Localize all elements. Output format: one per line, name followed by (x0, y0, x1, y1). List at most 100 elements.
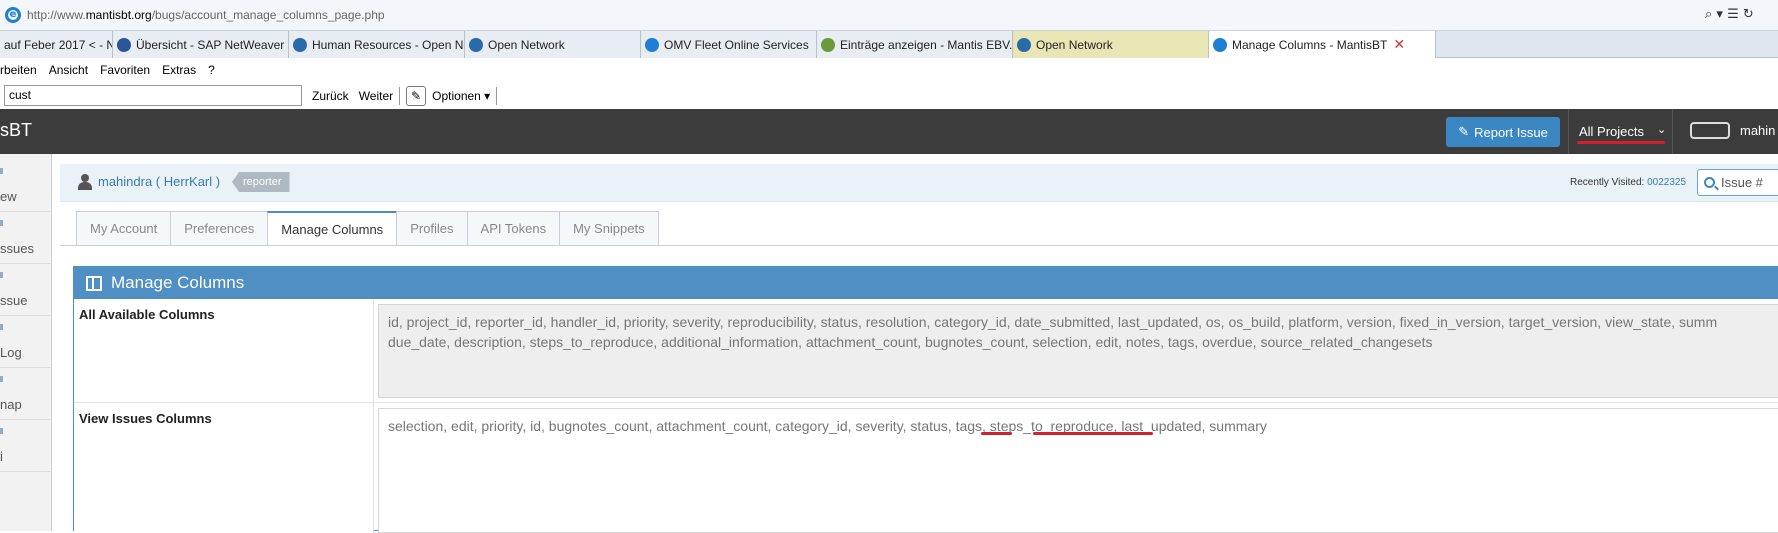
user-info-bar: mahindra ( HerrKarl ) reporter Recently … (60, 164, 1778, 202)
tabs-baseline (60, 245, 1778, 246)
browser-tab-label: Manage Columns - MantisBT (1232, 37, 1388, 52)
browser-tab-label: OMV Fleet Online Services (664, 37, 809, 52)
separator (496, 86, 498, 105)
widget-title: Manage Columns (111, 273, 245, 292)
browser-tab[interactable]: Open Network (1013, 31, 1209, 58)
browser-tab[interactable]: Übersicht - SAP NetWeaver Po... (113, 31, 289, 58)
sidebar-item-label: nap (0, 397, 22, 412)
tab-preferences[interactable]: Preferences (170, 211, 268, 246)
pencil-icon[interactable]: ✎ (406, 85, 427, 106)
report-issue-label: Report Issue (1474, 124, 1548, 140)
browser-tab-label: Open Network (1036, 37, 1113, 52)
manage-columns-widget: Manage Columns All Available Columns id,… (73, 266, 1778, 533)
favicon-icon (117, 37, 131, 52)
find-input[interactable]: cust (4, 85, 302, 106)
options-label: Optionen (432, 88, 481, 103)
view-issues-columns-row: View Issues Columns selection, edit, pri… (74, 403, 1778, 533)
user-menu-label: mahin (1740, 123, 1776, 138)
user-menu[interactable]: mahin (1690, 122, 1775, 139)
issue-number-input[interactable]: Issue # (1697, 169, 1778, 196)
find-bar: cust Zurück Weiter ✎ Optionen ▾ (0, 82, 1778, 109)
sidebar-item[interactable]: ew (0, 154, 52, 212)
browser-tab-label: Übersicht - SAP NetWeaver Po... (136, 37, 288, 52)
all-projects-dropdown[interactable]: All Projects ⌄ (1568, 109, 1673, 154)
sidebar-item[interactable]: ssues (0, 206, 52, 264)
all-projects-label: All Projects (1579, 124, 1645, 139)
edit-icon: ✎ (1458, 124, 1470, 139)
tab-manage-columns[interactable]: Manage Columns (267, 211, 397, 246)
widget-header: Manage Columns (74, 267, 1778, 299)
browser-menu-bar: rbeiten Ansicht Favoriten Extras? (0, 58, 1778, 82)
sidebar-item-label: i (0, 449, 3, 464)
red-annotation-underline (1033, 432, 1153, 435)
view-issues-columns-textarea[interactable]: selection, edit, priority, id, bugnotes_… (378, 408, 1778, 533)
sidebar-item[interactable]: i (0, 414, 52, 472)
browser-tab[interactable]: auf Feber 2017 < - News (0, 31, 113, 58)
address-controls[interactable]: ⌕ ▾ ☰ ↻ (1705, 7, 1754, 22)
sidebar-item[interactable]: Log (0, 310, 52, 368)
columns-icon (86, 275, 102, 291)
username-link[interactable]: mahindra ( HerrKarl ) (98, 174, 220, 189)
browser-tab[interactable]: OMV Fleet Online Services (641, 31, 817, 58)
available-columns-row: All Available Columns id, project_id, re… (74, 299, 1778, 403)
available-columns-label: All Available Columns (74, 299, 374, 402)
sidebar: ew ssues ssue Log nap i (0, 154, 52, 531)
tab-my-snippets[interactable]: My Snippets (559, 211, 659, 246)
favicon-icon (469, 37, 483, 52)
brand-title[interactable]: sBT (0, 120, 32, 141)
favicon-icon (1017, 37, 1031, 52)
browser-tab[interactable]: Einträge anzeigen - Mantis EBV... (817, 31, 1013, 58)
sidebar-item-label: ew (0, 189, 17, 204)
sidebar-icon (0, 168, 3, 174)
chevron-down-icon: ⌄ (1657, 124, 1667, 136)
tab-profiles[interactable]: Profiles (396, 211, 467, 246)
browser-tab-strip: auf Feber 2017 < - News Übersicht - SAP N… (0, 31, 1778, 58)
browser-tab-label: auf Feber 2017 < - News (4, 37, 112, 52)
find-back-button[interactable]: Zurück (312, 89, 349, 103)
find-next-button[interactable]: Weiter (359, 89, 393, 103)
menu-item[interactable]: Ansicht (49, 63, 88, 77)
tab-api-tokens[interactable]: API Tokens (466, 211, 560, 246)
view-issues-columns-label: View Issues Columns (74, 403, 374, 533)
sidebar-item[interactable]: nap (0, 362, 52, 420)
account-tabs: My Account Preferences Manage Columns Profi… (76, 211, 659, 246)
sidebar-item-label: Log (0, 345, 22, 360)
sidebar-icon (0, 324, 3, 330)
address-bar[interactable]: e http://www.mantisbt.org/bugs/account_m… (0, 0, 1778, 31)
url-text[interactable]: http://www.mantisbt.org/bugs/account_man… (27, 8, 385, 22)
ie-logo-icon: e (5, 7, 21, 23)
favicon-icon (645, 37, 659, 52)
sidebar-item[interactable]: ssue (0, 258, 52, 316)
browser-tab[interactable]: Human Resources - Open Net... (289, 31, 465, 58)
red-annotation-underline (1577, 141, 1665, 144)
menu-item[interactable]: Extras (162, 63, 196, 77)
issue-input-placeholder: Issue # (1721, 175, 1763, 190)
recently-visited: Recently Visited: 0022325 (1570, 177, 1686, 188)
sidebar-icon (0, 428, 3, 434)
recent-label: Recently Visited: (1570, 177, 1645, 188)
recent-issue-link[interactable]: 0022325 (1647, 177, 1686, 188)
menu-item[interactable]: rbeiten (0, 63, 37, 77)
browser-tab[interactable]: Open Network (465, 31, 641, 58)
favicon-icon (821, 37, 835, 52)
separator (399, 86, 401, 105)
sidebar-item-label: ssue (0, 293, 28, 308)
avatar (1690, 122, 1730, 139)
sidebar-icon (0, 376, 3, 382)
close-icon[interactable]: ✕ (1393, 36, 1405, 53)
user-icon (78, 174, 92, 190)
red-annotation-underline (981, 432, 1012, 435)
role-badge: reporter (232, 172, 290, 192)
browser-tab-label: Open Network (488, 37, 565, 52)
menu-item[interactable]: Favoriten (100, 63, 150, 77)
menu-item[interactable]: ? (208, 63, 215, 77)
options-button[interactable]: Optionen ▾ (432, 89, 490, 103)
sidebar-icon (0, 272, 3, 278)
sidebar-item-label: ssues (0, 241, 34, 256)
available-columns-textarea[interactable]: id, project_id, reporter_id, handler_id,… (378, 304, 1778, 398)
tab-my-account[interactable]: My Account (76, 211, 171, 246)
browser-tab-label: Human Resources - Open Net... (312, 37, 464, 52)
browser-tab[interactable]: Manage Columns - MantisBT ✕ (1209, 31, 1436, 58)
report-issue-button[interactable]: ✎ Report Issue (1446, 117, 1560, 147)
sidebar-icon (0, 220, 3, 226)
